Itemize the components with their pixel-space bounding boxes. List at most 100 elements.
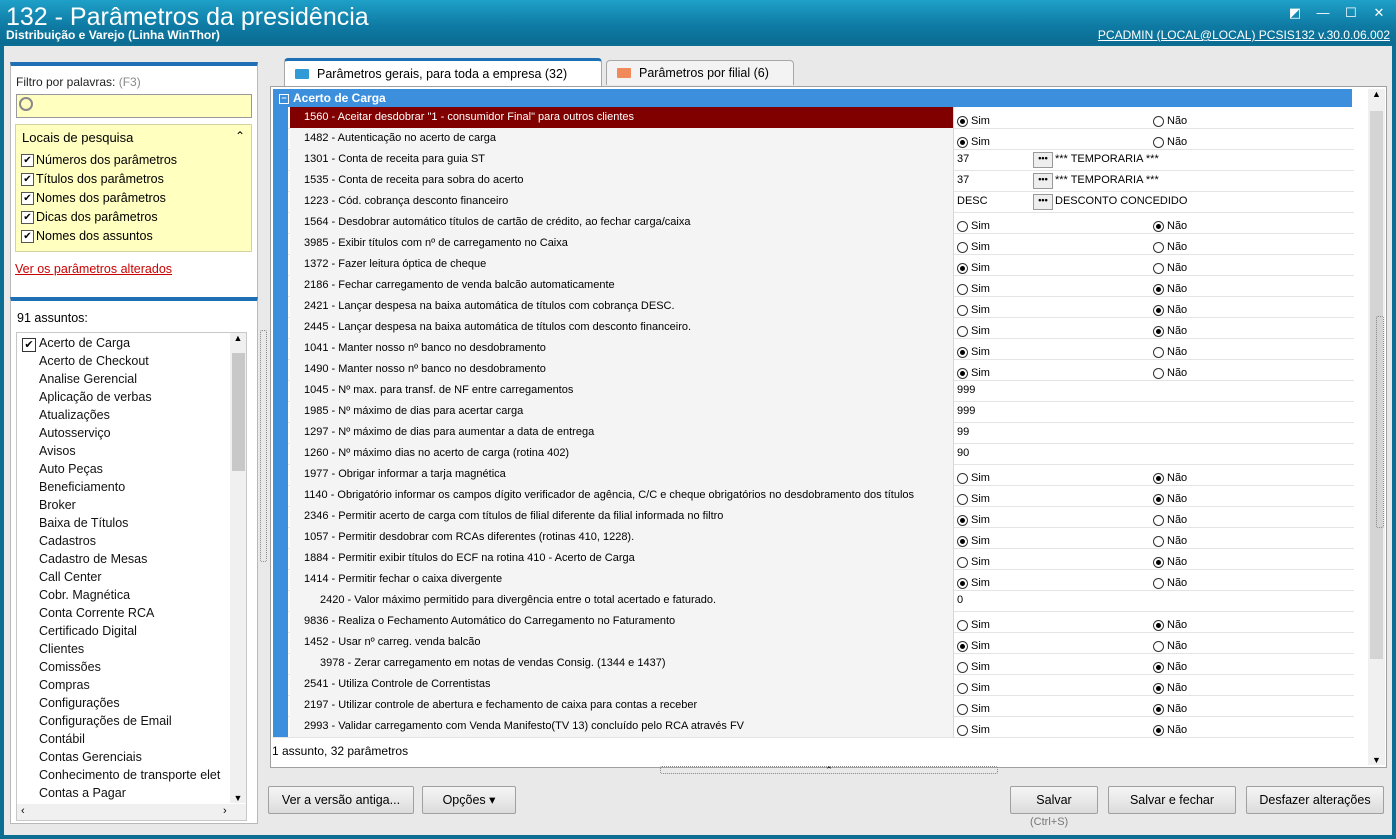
subject-item[interactable]: Analise Gerencial <box>39 372 137 386</box>
text-value[interactable]: 999 <box>957 380 975 401</box>
parameter-value[interactable]: Sim Não <box>955 275 1353 296</box>
parameter-row[interactable]: 1564 - Desdobrar automático títulos de c… <box>273 212 1354 234</box>
radio-button[interactable] <box>957 221 968 232</box>
parameter-value[interactable]: Sim Não <box>955 254 1353 275</box>
radio-button[interactable] <box>957 116 968 127</box>
parameter-row[interactable]: 1297 - Nº máximo de dias para aumentar a… <box>273 422 1354 444</box>
parameter-value[interactable]: 0 <box>955 590 1353 611</box>
radio-button[interactable] <box>957 137 968 148</box>
parameter-value[interactable]: Sim Não <box>955 632 1353 653</box>
radio-yes[interactable]: Sim <box>957 720 990 741</box>
subject-item[interactable]: Comissões <box>39 660 101 674</box>
checkbox[interactable]: ✔ <box>21 229 34 243</box>
parameter-value[interactable]: Sim Não <box>955 359 1353 380</box>
subject-item[interactable]: Call Center <box>39 570 102 584</box>
parameter-row[interactable]: 2420 - Valor máximo permitido para diver… <box>273 590 1354 612</box>
subject-item[interactable]: Autosserviço <box>39 426 111 440</box>
text-value[interactable]: 0 <box>957 590 963 611</box>
parameter-value[interactable]: Sim Não <box>955 653 1353 674</box>
subject-item[interactable]: Acerto de Checkout <box>39 354 149 368</box>
radio-button[interactable] <box>957 305 968 316</box>
radio-button[interactable] <box>957 242 968 253</box>
search-location-option[interactable]: ✔ Dicas dos parâmetros <box>21 210 158 224</box>
subject-item[interactable]: Conta Corrente RCA <box>39 606 154 620</box>
text-value[interactable]: 999 <box>957 401 975 422</box>
subject-item[interactable]: Compras <box>39 678 90 692</box>
maximize-icon[interactable]: ☐ <box>1342 4 1360 22</box>
parameter-row[interactable]: 1223 - Cód. cobrança desconto financeiro… <box>273 191 1354 213</box>
parameter-value[interactable]: Sim Não <box>955 674 1353 695</box>
radio-button[interactable] <box>957 326 968 337</box>
user-info[interactable]: PCADMIN (LOCAL@LOCAL) PCSIS132 v.30.0.06… <box>1098 28 1390 42</box>
subject-item[interactable]: Conhecimento de transporte elet <box>39 768 220 782</box>
parameter-row[interactable]: 1045 - Nº max. para transf. de NF entre … <box>273 380 1354 402</box>
radio-button[interactable] <box>1153 221 1164 232</box>
parameter-value[interactable]: 999 <box>955 401 1353 422</box>
parameter-row[interactable]: 1414 - Permitir fechar o caixa divergent… <box>273 569 1354 591</box>
radio-button[interactable] <box>1153 683 1164 694</box>
radio-button[interactable] <box>1153 536 1164 547</box>
collapse-icon[interactable]: ⌃ <box>235 129 245 143</box>
subject-item[interactable]: Aplicação de verbas <box>39 390 152 404</box>
ellipsis-button[interactable]: ••• <box>1033 173 1053 189</box>
subject-item[interactable]: Baixa de Títulos <box>39 516 128 530</box>
parameter-value[interactable]: 37 ••• *** TEMPORARIA *** <box>955 170 1353 191</box>
save-button[interactable]: Salvar <box>1010 786 1098 814</box>
collapse-group-icon[interactable]: − <box>279 93 289 104</box>
search-location-option[interactable]: ✔ Nomes dos assuntos <box>21 229 153 243</box>
parameter-value[interactable]: Sim Não <box>955 212 1353 233</box>
parameter-value[interactable]: Sim Não <box>955 716 1353 737</box>
subject-item[interactable]: Avisos <box>39 444 76 458</box>
parameter-row[interactable]: 2186 - Fechar carregamento de venda balc… <box>273 275 1354 297</box>
radio-button[interactable] <box>957 557 968 568</box>
parameter-row[interactable]: 1372 - Fazer leitura óptica de cheque Sim… <box>273 254 1354 276</box>
radio-button[interactable] <box>1153 263 1164 274</box>
restore-icon[interactable]: ◩ <box>1286 4 1304 22</box>
tab-branch[interactable]: Parâmetros por filial (6) <box>606 60 794 85</box>
checkbox[interactable]: ✔ <box>21 172 34 186</box>
parameter-value[interactable]: Sim Não <box>955 527 1353 548</box>
radio-no[interactable]: Não <box>1153 720 1187 741</box>
scroll-down-icon[interactable]: ▼ <box>230 793 246 803</box>
subject-item[interactable]: Contas a Pagar <box>39 786 126 800</box>
parameter-value[interactable]: Sim Não <box>955 611 1353 632</box>
parameter-value[interactable]: Sim Não <box>955 128 1353 149</box>
scroll-up-icon[interactable]: ▲ <box>230 333 246 343</box>
scroll-left-icon[interactable]: ‹ <box>21 805 25 817</box>
radio-button[interactable] <box>1153 326 1164 337</box>
ellipsis-button[interactable]: ••• <box>1033 194 1053 210</box>
parameter-row[interactable]: 2346 - Permitir acerto de carga com títu… <box>273 506 1354 528</box>
search-location-option[interactable]: ✔ Títulos dos parâmetros <box>21 172 164 186</box>
subject-item[interactable]: Atualizações <box>39 408 110 422</box>
radio-button[interactable] <box>957 683 968 694</box>
group-header[interactable]: − Acerto de Carga <box>273 89 1352 107</box>
options-button[interactable]: Opções ▾ <box>422 786 516 814</box>
vertical-splitter[interactable] <box>260 330 267 562</box>
altered-params-link[interactable]: Ver os parâmetros alterados <box>15 262 172 276</box>
scroll-down-icon[interactable]: ▼ <box>1368 755 1385 765</box>
radio-button[interactable] <box>1153 116 1164 127</box>
subject-item[interactable]: Contábil <box>39 732 85 746</box>
radio-button[interactable] <box>1153 620 1164 631</box>
parameter-value[interactable]: Sim Não <box>955 233 1353 254</box>
subjects-hscrollbar[interactable]: ‹ › <box>17 804 246 820</box>
radio-button[interactable] <box>957 473 968 484</box>
parameter-value[interactable]: Sim Não <box>955 296 1353 317</box>
parameter-value[interactable]: Sim Não <box>955 695 1353 716</box>
parameter-row[interactable]: 1057 - Permitir desdobrar com RCAs difer… <box>273 527 1354 549</box>
parameter-row[interactable]: 1140 - Obrigatório informar os campos dí… <box>273 485 1354 507</box>
radio-button[interactable] <box>1153 494 1164 505</box>
subject-item[interactable]: Contas Gerenciais <box>39 750 142 764</box>
minimize-icon[interactable]: — <box>1314 4 1332 22</box>
parameter-value[interactable]: Sim Não <box>955 317 1353 338</box>
subject-item[interactable]: Configurações <box>39 696 120 710</box>
radio-button[interactable] <box>1153 473 1164 484</box>
radio-button[interactable] <box>957 347 968 358</box>
radio-button[interactable] <box>1153 578 1164 589</box>
subject-item[interactable]: Broker <box>39 498 76 512</box>
radio-button[interactable] <box>1153 557 1164 568</box>
checkbox[interactable]: ✔ <box>21 191 34 205</box>
parameter-row[interactable]: 2541 - Utiliza Controle de Correntistas S… <box>273 674 1354 696</box>
radio-button[interactable] <box>957 620 968 631</box>
parameter-row[interactable]: 1490 - Manter nosso nº banco no desdobra… <box>273 359 1354 381</box>
